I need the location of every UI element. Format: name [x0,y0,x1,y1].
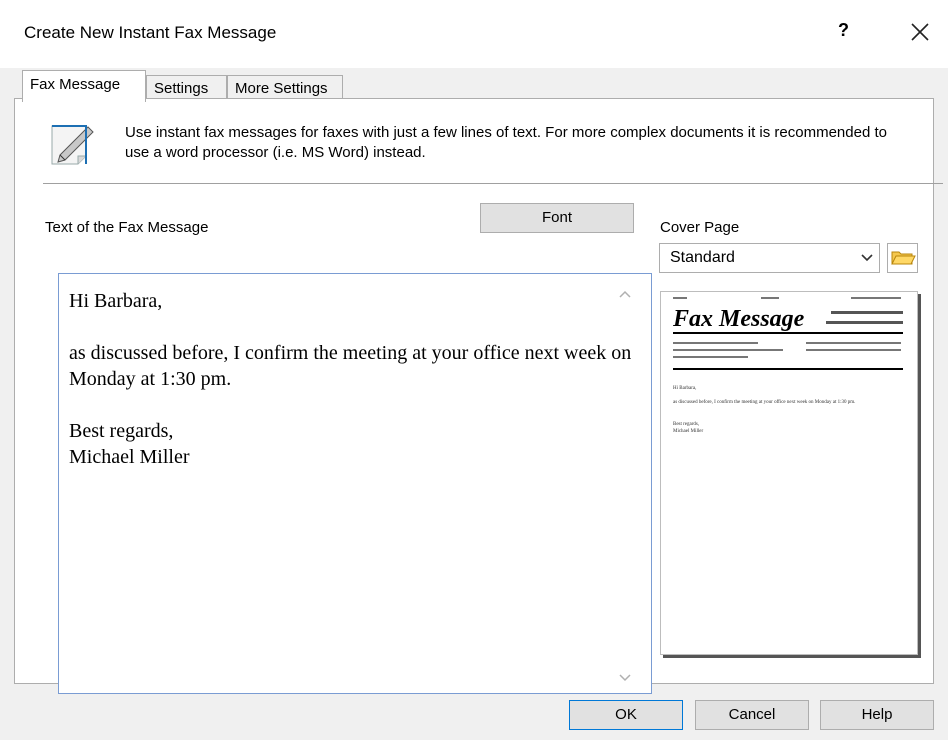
scroll-down-icon[interactable] [618,671,632,685]
cancel-button[interactable]: Cancel [695,700,809,730]
preview-title: Fax Message [673,306,805,332]
cover-page-select[interactable]: Standard [659,243,880,273]
preview-closing: Best regards, [673,422,700,427]
cover-page-preview: Fax Message Hi Barbara, as discussed bef… [660,291,918,655]
intro-text: Use instant fax messages for faxes with … [125,124,887,161]
cover-page-label: Cover Page [660,219,740,236]
pen-document-icon [51,125,94,165]
folder-icon [891,251,916,265]
tab-fax-message[interactable]: Fax Message [22,70,146,102]
dialog-body: Fax Message Settings More Settings Use i… [0,68,948,740]
preview-signature: Michael Miller [673,429,704,434]
help-button[interactable]: ? [838,20,849,41]
font-button[interactable]: Font [480,203,634,233]
window-title: Create New Instant Fax Message [24,23,277,42]
ok-button[interactable]: OK [569,700,683,730]
message-label: Text of the Fax Message [45,219,209,236]
chevron-down-icon [861,254,873,262]
message-textarea[interactable]: Hi Barbara, as discussed before, I confi… [58,273,652,694]
close-icon[interactable] [904,16,936,48]
help-footer-button[interactable]: Help [820,700,934,730]
preview-text: as discussed before, I confirm the meeti… [673,400,856,405]
browse-folder-button[interactable] [887,243,918,273]
cover-page-selected: Standard [670,249,735,266]
scroll-up-icon[interactable] [618,287,632,301]
preview-greeting: Hi Barbara, [673,386,697,391]
fax-message-panel: Use instant fax messages for faxes with … [14,98,943,694]
window-titlebar: Create New Instant Fax Message ? [0,0,948,69]
divider [43,183,943,184]
